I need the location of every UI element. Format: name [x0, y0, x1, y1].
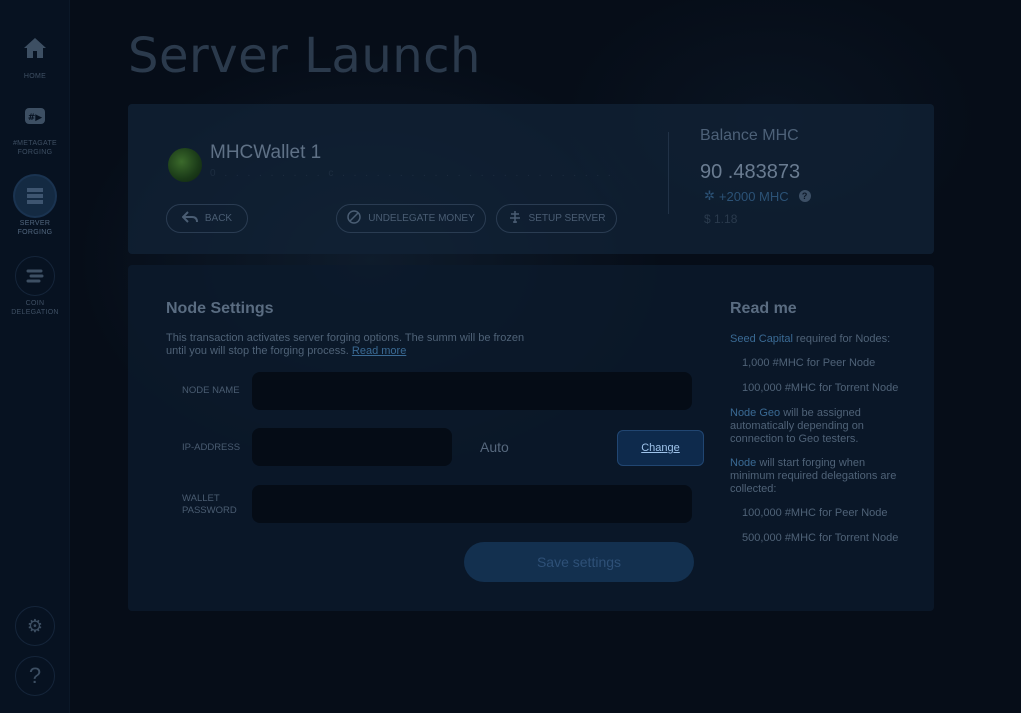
- back-arrow-icon: [181, 211, 198, 226]
- sidebar-item-label: SERVER FORGING: [17, 220, 53, 236]
- back-button[interactable]: BACK: [166, 204, 248, 233]
- list-item: 100,000 #MHC for Torrent Node: [742, 382, 899, 394]
- sidebar-item-label: HOME: [23, 73, 47, 80]
- node-geo-highlight: Node Geo: [730, 407, 781, 419]
- metagate-icon: #▶: [15, 96, 55, 136]
- readme-geo: Node Geo will be assigned automatically …: [730, 407, 910, 446]
- wallet-password-input[interactable]: [252, 485, 692, 523]
- bonus-row: ✲ +2000 MHC ?: [704, 188, 811, 204]
- wallet-address: 0 . . . . . . . . . c . . . . . . . . . …: [210, 168, 610, 179]
- sidebar-item-metagate-forging[interactable]: #▶ #METAGATE FORGING: [0, 96, 70, 157]
- node-name-label: NODE NAME: [182, 385, 240, 396]
- gear-icon: ⚙: [26, 615, 44, 636]
- sidebar-item-server-forging[interactable]: SERVER FORGING: [0, 176, 70, 237]
- description-text: This transaction activates server forgin…: [166, 332, 525, 357]
- settings-button[interactable]: ⚙: [15, 606, 55, 646]
- balance-usd: $ 1.18: [704, 212, 738, 226]
- readme-node: Node will start forging when minimum req…: [730, 457, 910, 496]
- password-label-line2: PASSWORD: [182, 505, 237, 516]
- home-icon: [15, 28, 55, 68]
- snowflake-icon: ✲: [704, 188, 715, 203]
- undelegate-money-button[interactable]: UNDELEGATE MONEY: [336, 204, 486, 233]
- coin-icon: [15, 256, 55, 296]
- list-item: 100,000 #MHC for Peer Node: [742, 507, 888, 519]
- seed-text: required for Nodes:: [793, 333, 891, 345]
- page-title: Server Launch: [128, 28, 481, 84]
- divider: [668, 132, 669, 214]
- readme-body: Seed Capital required for Nodes: 1,000 #…: [730, 333, 910, 557]
- ip-address-label: IP-ADDRESS: [182, 442, 241, 453]
- password-label-line1: WALLET: [182, 493, 220, 504]
- read-more-link[interactable]: Read more: [352, 345, 406, 357]
- node-settings-title: Node Settings: [166, 300, 274, 317]
- setup-server-button[interactable]: SETUP SERVER: [496, 204, 617, 233]
- help-icon[interactable]: ?: [798, 190, 811, 202]
- node-settings-card: Node Settings This transaction activates…: [128, 265, 934, 611]
- wallet-name: MHCWallet 1: [210, 142, 322, 163]
- ip-address-input[interactable]: [252, 428, 452, 466]
- undelegate-label: UNDELEGATE MONEY: [368, 213, 475, 224]
- avatar: [168, 148, 202, 182]
- sidebar-item-home[interactable]: HOME: [0, 28, 70, 81]
- back-label: BACK: [204, 213, 233, 224]
- node-name-input[interactable]: [252, 372, 692, 410]
- bonus-value: +2000 MHC: [718, 188, 789, 204]
- help-button[interactable]: ?: [15, 656, 55, 696]
- wallet-card: MHCWallet 1 0 . . . . . . . . . c . . . …: [128, 104, 934, 254]
- list-item: 1,000 #MHC for Peer Node: [742, 357, 876, 369]
- sidebar-item-coin-delegation[interactable]: COIN DELEGATION: [0, 256, 70, 317]
- balance-label: Balance MHC: [700, 127, 799, 144]
- sidebar-item-label: COIN DELEGATION: [11, 300, 59, 316]
- help-icon: ?: [28, 663, 42, 688]
- setup-label: SETUP SERVER: [528, 213, 606, 224]
- readme-title: Read me: [730, 300, 797, 317]
- balance-value: 90 .483873: [700, 161, 801, 183]
- sidebar-item-label: #METAGATE FORGING: [12, 140, 58, 156]
- wallet-password-label: WALLET PASSWORD: [182, 493, 237, 517]
- block-icon: [347, 210, 361, 227]
- setup-icon: [508, 210, 522, 227]
- save-settings-button[interactable]: Save settings: [464, 542, 694, 582]
- svg-text:#▶: #▶: [28, 113, 43, 123]
- server-icon: [15, 176, 55, 216]
- node-settings-description: This transaction activates server forgin…: [166, 332, 546, 358]
- change-button[interactable]: Change: [617, 430, 704, 466]
- seed-capital-highlight: Seed Capital: [730, 333, 793, 345]
- auto-label: Auto: [480, 439, 509, 455]
- node-highlight: Node: [730, 457, 757, 469]
- list-item: 500,000 #MHC for Torrent Node: [742, 532, 899, 544]
- sidebar: HOME #▶ #METAGATE FORGING SERVER FORGING…: [0, 0, 70, 713]
- readme-seed: Seed Capital required for Nodes:: [730, 333, 910, 346]
